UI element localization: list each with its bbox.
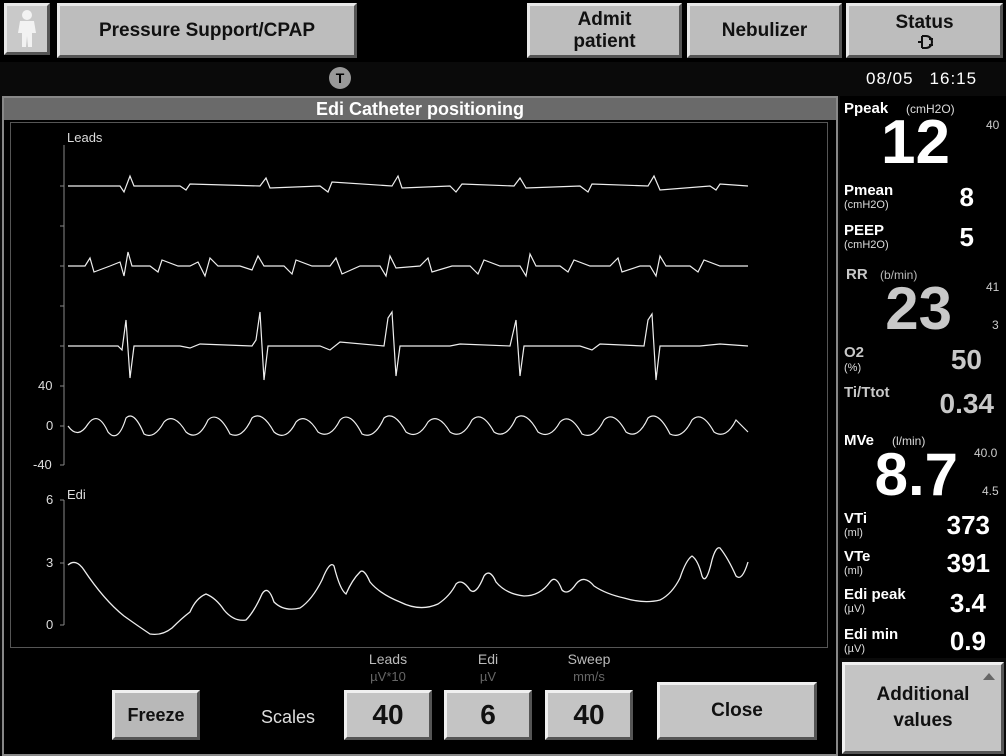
sweep-scale-unit: mm/s (573, 669, 605, 684)
rr-upper-limit: 41 (986, 280, 1000, 294)
edimin-value: 0.9 (949, 626, 986, 656)
close-button[interactable]: Close (657, 682, 817, 740)
lead-trace-4 (67, 415, 749, 437)
peep-value: 5 (959, 222, 974, 252)
edi-scale-name: Edi (477, 651, 499, 667)
pmean-value: 8 (959, 182, 974, 212)
rr-value: 23 (885, 275, 952, 342)
o2-value: 50 (950, 344, 982, 375)
edi-trace (67, 547, 749, 636)
leads-axis-tick-mid: 0 (46, 418, 53, 433)
mve-value: 8.7 (874, 441, 958, 508)
o2-name: O2 (844, 344, 865, 361)
lead-trace-1 (68, 174, 749, 194)
leads-scale-button[interactable]: 40 (344, 690, 432, 740)
titot-name: Ti/Ttot (844, 384, 890, 401)
sweep-scale-header: Sweep mm/s (544, 650, 634, 686)
leads-scale-unit: µV*10 (370, 669, 406, 684)
edi-label: Edi (67, 487, 86, 502)
additional-label-line1: Additional (876, 684, 970, 705)
pmean-unit: (cmH2O) (844, 199, 889, 211)
rr-name: RR (846, 266, 868, 283)
sweep-scale-value: 40 (573, 699, 605, 730)
edi-scale-value: 6 (480, 699, 496, 730)
leads-scale-header: Leads µV*10 (343, 650, 433, 686)
peep-name: PEEP (844, 222, 885, 239)
sweep-scale-name: Sweep (567, 651, 611, 667)
edi-scale-header: Edi µV (443, 650, 533, 686)
lead-trace-3 (68, 310, 749, 381)
vte-value: 391 (946, 548, 990, 578)
freeze-label: Freeze (127, 704, 185, 725)
edimin-name: Edi min (844, 626, 899, 643)
leads-label: Leads (67, 130, 103, 145)
leads-scale-name: Leads (368, 651, 408, 667)
edi-axis-tick-mid: 3 (46, 555, 53, 570)
lead-trace-2 (68, 251, 748, 278)
vti-value: 373 (946, 510, 990, 540)
edimin-unit: (µV) (844, 643, 866, 655)
o2-unit: (%) (844, 362, 862, 374)
edipeak-value: 3.4 (949, 588, 986, 618)
leads-axis-tick-bottom: -40 (33, 457, 52, 472)
vte-unit: (ml) (844, 565, 863, 577)
rr-lower-limit: 3 (992, 318, 999, 332)
mve-name: MVe (844, 432, 875, 449)
edipeak-name: Edi peak (844, 586, 906, 603)
axis-ticks (60, 185, 64, 626)
edi-axis-tick-top: 6 (46, 492, 53, 507)
leads-axis-tick-top: 40 (38, 378, 52, 393)
edi-scale-button[interactable]: 6 (444, 690, 532, 740)
leads-scale-value: 40 (372, 699, 404, 730)
edipeak-unit: (µV) (844, 603, 866, 615)
pmean-name: Pmean (844, 182, 894, 199)
mve-lower-limit: 4.5 (982, 484, 999, 498)
expand-up-icon (983, 673, 995, 680)
mve-upper-limit: 40.0 (974, 446, 998, 460)
additional-label-line2: values (893, 710, 953, 731)
edi-axis-tick-bottom: 0 (46, 617, 53, 632)
measured-values-panel: Ppeak (cmH2O) 40 12 Pmean (cmH2O) 8 PEEP… (840, 96, 1006, 658)
ppeak-value: 12 (881, 108, 950, 177)
freeze-button[interactable]: Freeze (112, 690, 200, 740)
scales-label: Scales (261, 707, 316, 727)
vti-name: VTi (844, 510, 868, 527)
sweep-scale-button[interactable]: 40 (545, 690, 633, 740)
vti-unit: (ml) (844, 527, 863, 539)
vte-name: VTe (844, 548, 871, 565)
ppeak-limit: 40 (986, 118, 1000, 132)
edi-scale-unit: µV (479, 669, 497, 684)
additional-values-button[interactable]: Additional values (842, 662, 1004, 754)
peep-unit: (cmH2O) (844, 239, 889, 251)
titot-value: 0.34 (939, 388, 995, 419)
close-label: Close (711, 700, 763, 721)
